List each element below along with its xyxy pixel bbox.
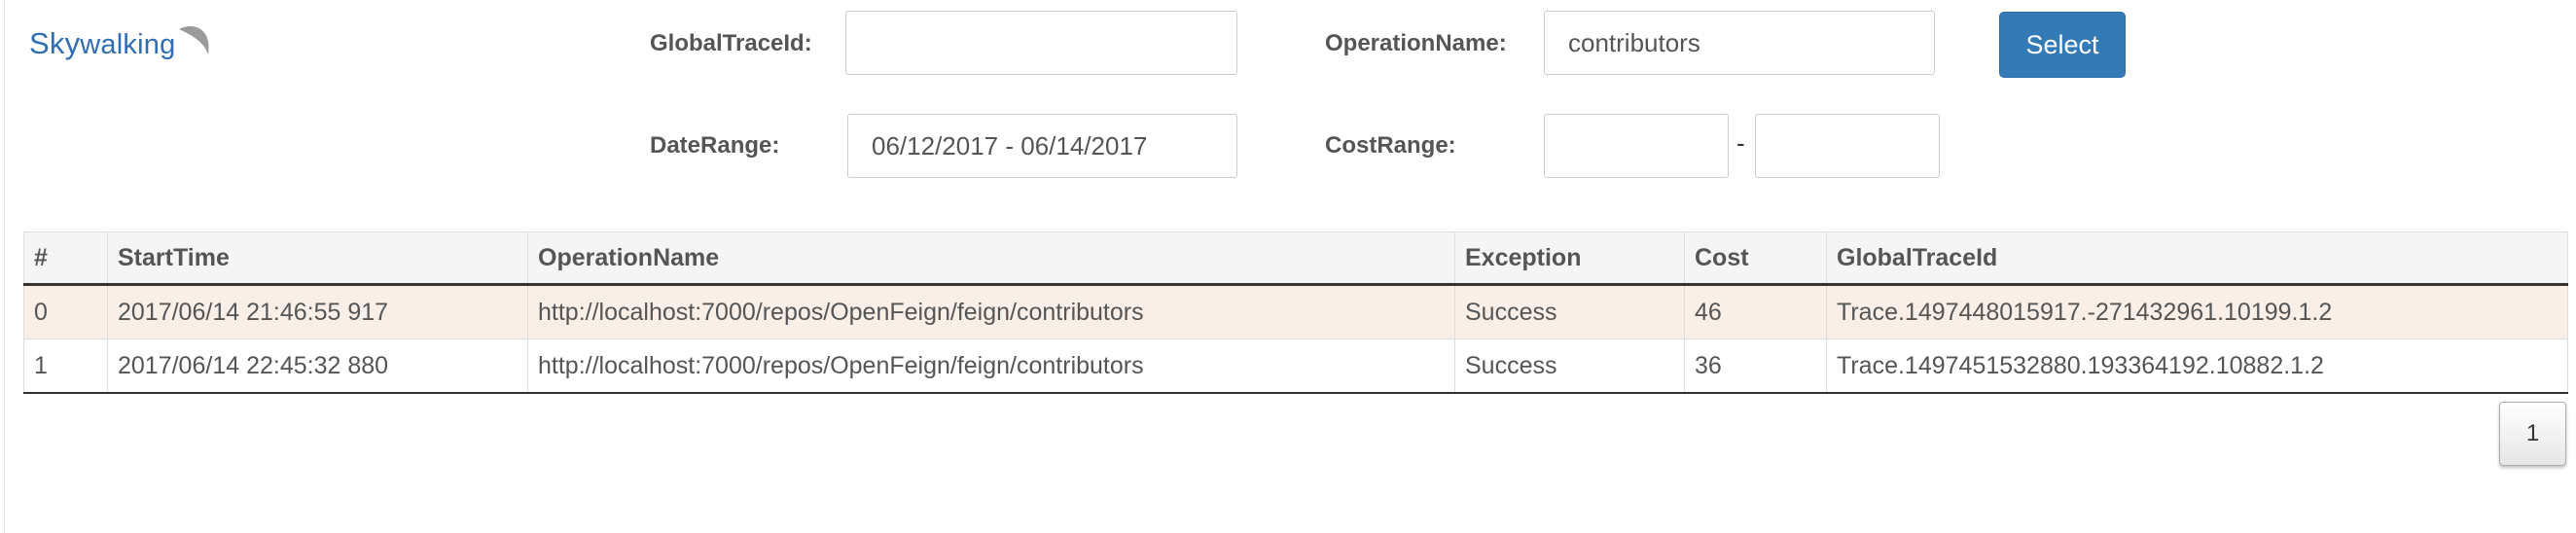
cell-index: 0	[23, 284, 108, 339]
operation-name-label: OperationName:	[1325, 30, 1507, 56]
skywalking-logo[interactable]: Skywalking	[29, 21, 214, 70]
cell-global-trace-id: Trace.1497448015917.-271432961.10199.1.2	[1826, 284, 2568, 339]
table-row[interactable]: 0 2017/06/14 21:46:55 917 http://localho…	[23, 284, 2568, 339]
column-header-start-time[interactable]: StartTime	[107, 231, 528, 286]
cell-operation-name: http://localhost:7000/repos/OpenFeign/fe…	[527, 338, 1455, 394]
column-header-index[interactable]: #	[23, 231, 108, 286]
cost-range-label: CostRange:	[1325, 132, 1456, 159]
cell-global-trace-id: Trace.1497451532880.193364192.10882.1.2	[1826, 338, 2568, 394]
column-header-exception[interactable]: Exception	[1454, 231, 1685, 286]
cell-operation-name: http://localhost:7000/repos/OpenFeign/fe…	[527, 284, 1455, 339]
cell-exception: Success	[1454, 284, 1685, 339]
pagination-page-button[interactable]: 1	[2499, 402, 2566, 466]
table-header-row: # StartTime OperationName Exception Cost…	[23, 231, 2568, 286]
cell-cost: 46	[1684, 284, 1827, 339]
table-row[interactable]: 1 2017/06/14 22:45:32 880 http://localho…	[23, 338, 2568, 394]
logo-suffix: walking	[80, 29, 176, 60]
logo-text: Skywalking	[29, 26, 175, 61]
cost-range-separator: -	[1736, 128, 1745, 158]
cost-range-min-input[interactable]	[1544, 114, 1729, 178]
operation-name-input[interactable]	[1544, 11, 1935, 75]
cell-index: 1	[23, 338, 108, 394]
logo-swoosh-icon	[179, 26, 209, 54]
date-range-label: DateRange:	[650, 132, 780, 159]
column-header-cost[interactable]: Cost	[1684, 231, 1827, 286]
select-button[interactable]: Select	[1999, 12, 2126, 78]
column-header-operation-name[interactable]: OperationName	[527, 231, 1455, 286]
global-trace-id-label: GlobalTraceId:	[650, 30, 812, 56]
column-header-global-trace-id[interactable]: GlobalTraceId	[1826, 231, 2568, 286]
logo-prefix: Sky	[29, 26, 81, 60]
cell-cost: 36	[1684, 338, 1827, 394]
cell-start-time: 2017/06/14 21:46:55 917	[107, 284, 528, 339]
date-range-input[interactable]	[847, 114, 1237, 178]
cell-start-time: 2017/06/14 22:45:32 880	[107, 338, 528, 394]
global-trace-id-input[interactable]	[845, 11, 1237, 75]
trace-results-table: # StartTime OperationName Exception Cost…	[23, 231, 2568, 394]
cell-exception: Success	[1454, 338, 1685, 394]
page-left-border	[4, 0, 5, 533]
cost-range-max-input[interactable]	[1755, 114, 1940, 178]
